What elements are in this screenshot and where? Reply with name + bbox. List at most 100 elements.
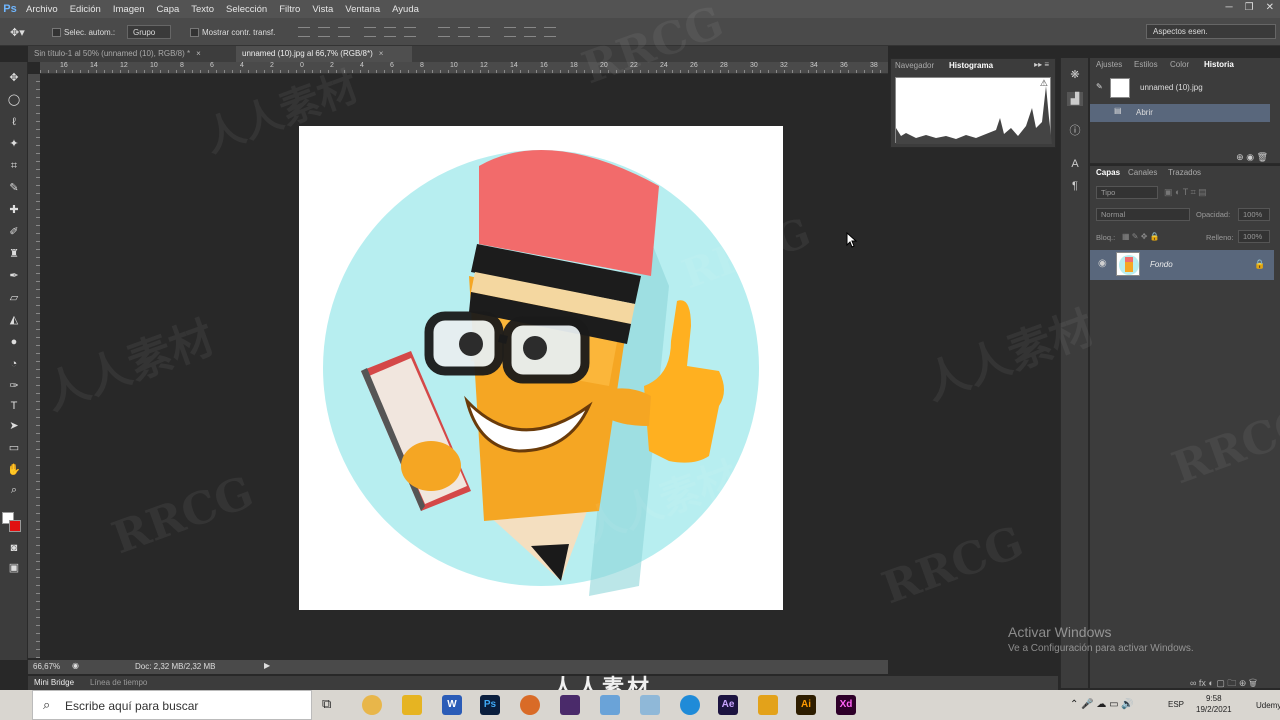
history-step[interactable]: ▤ Abrir — [1090, 104, 1270, 122]
menu-vista[interactable]: Vista — [306, 4, 339, 15]
history-snapshot[interactable]: ✎ unnamed (10).jpg — [1090, 76, 1270, 100]
move-tool-preset-icon[interactable]: ✥▾ — [10, 26, 25, 39]
menu-ventana[interactable]: Ventana — [339, 4, 386, 15]
tab-paths[interactable]: Trazados — [1168, 168, 1201, 177]
zoom-level[interactable]: 66,67% — [33, 662, 60, 671]
tab-history[interactable]: Historia — [1204, 60, 1234, 69]
path-selection-tool-icon[interactable]: ➤ — [4, 418, 24, 434]
magic-wand-tool-icon[interactable]: ✦ — [4, 136, 24, 152]
align-bottom-icon[interactable] — [338, 27, 350, 37]
histogram-panel-icon[interactable]: ▟ — [1067, 92, 1083, 106]
screen-mode-icon[interactable]: ▣ — [4, 560, 24, 576]
info-panel-icon[interactable]: ⓘ — [1067, 122, 1083, 137]
app-icon[interactable] — [600, 695, 620, 715]
chrome-icon[interactable] — [362, 695, 382, 715]
distribute-hcenter-icon[interactable] — [524, 27, 536, 37]
app-icon[interactable] — [640, 695, 660, 715]
restore-icon[interactable]: ❐ — [1245, 2, 1254, 13]
tab-timeline[interactable]: Línea de tiempo — [90, 678, 147, 687]
history-brush-tool-icon[interactable]: ✒ — [4, 268, 24, 284]
menu-capa[interactable]: Capa — [151, 4, 186, 15]
pen-tool-icon[interactable]: ✑ — [4, 378, 24, 394]
auto-select-dropdown[interactable]: Grupo — [127, 25, 171, 39]
quick-mask-icon[interactable]: ◙ — [4, 540, 24, 556]
menu-texto[interactable]: Texto — [185, 4, 220, 15]
menu-seleccion[interactable]: Selección — [220, 4, 273, 15]
close-icon[interactable]: ✕ — [1266, 2, 1274, 13]
paint-bucket-tool-icon[interactable]: ◭ — [4, 312, 24, 328]
type-tool-icon[interactable]: T — [4, 398, 24, 414]
dodge-tool-icon[interactable]: ◔ — [4, 356, 24, 372]
minimize-icon[interactable]: ─ — [1226, 2, 1233, 13]
menu-ayuda[interactable]: Ayuda — [386, 4, 425, 15]
align-left-icon[interactable] — [364, 27, 376, 37]
blur-tool-icon[interactable]: ● — [4, 334, 24, 350]
task-view-icon[interactable]: ⧉ — [322, 696, 331, 712]
lock-icons[interactable]: ▦ ✎ ✥ 🔒 — [1122, 232, 1160, 241]
menu-imagen[interactable]: Imagen — [107, 4, 151, 15]
tab-color[interactable]: Color — [1170, 60, 1189, 69]
visibility-eye-icon[interactable]: ◉ — [1098, 258, 1107, 269]
workspace-dropdown[interactable]: Aspectos esen. — [1146, 24, 1276, 39]
shape-tool-icon[interactable]: ▭ — [4, 440, 24, 456]
fill-input[interactable]: 100% — [1238, 230, 1270, 243]
close-icon[interactable]: × — [379, 49, 384, 58]
character-panel-icon[interactable]: A — [1067, 158, 1083, 172]
align-right-icon[interactable] — [404, 27, 416, 37]
start-button[interactable] — [0, 690, 32, 720]
auto-select-checkbox[interactable] — [52, 28, 61, 37]
clone-stamp-tool-icon[interactable]: ♜ — [4, 246, 24, 262]
menu-edicion[interactable]: Edición — [64, 4, 107, 15]
tab-histogram[interactable]: Histograma — [949, 61, 993, 70]
taskbar-clock[interactable]: 9:58 19/2/2021 — [1196, 693, 1232, 715]
edge-icon[interactable] — [680, 695, 700, 715]
crop-tool-icon[interactable]: ⌗ — [4, 158, 24, 174]
tab-styles[interactable]: Estilos — [1134, 60, 1158, 69]
app-icon[interactable] — [758, 695, 778, 715]
after-effects-icon[interactable]: Ae — [718, 695, 738, 715]
align-hcenter-icon[interactable] — [384, 27, 396, 37]
layer-filter-icons[interactable]: ▣ ◐ T ⌗ ▤ — [1164, 187, 1207, 198]
illustrator-icon[interactable]: Ai — [796, 695, 816, 715]
word-icon[interactable]: W — [442, 695, 462, 715]
menu-filtro[interactable]: Filtro — [273, 4, 306, 15]
language-indicator[interactable]: ESP — [1168, 700, 1184, 709]
system-tray-icons[interactable]: ⌃ 🎤 ☁ ▭ 🔊 — [1070, 699, 1134, 710]
show-transform-checkbox[interactable] — [190, 28, 199, 37]
premiere-icon[interactable] — [560, 695, 580, 715]
eraser-tool-icon[interactable]: ▱ — [4, 290, 24, 306]
hand-tool-icon[interactable]: ✋ — [4, 462, 24, 478]
layer-kind-filter[interactable]: Tipo — [1096, 186, 1158, 199]
tab-layers[interactable]: Capas — [1096, 168, 1120, 177]
tab-document-2[interactable]: unnamed (10).jpg al 66,7% (RGB/8*) × — [236, 46, 412, 62]
eyedropper-tool-icon[interactable]: ✎ — [4, 180, 24, 196]
healing-tool-icon[interactable]: ✚ — [4, 202, 24, 218]
paragraph-panel-icon[interactable]: ¶ — [1067, 180, 1083, 194]
tab-channels[interactable]: Canales — [1128, 168, 1157, 177]
file-explorer-icon[interactable] — [402, 695, 422, 715]
status-menu-arrow-icon[interactable]: ▶ — [264, 661, 270, 670]
warning-icon[interactable]: ⚠ — [1040, 78, 1048, 89]
horizontal-ruler[interactable]: 16 14 12 10 8 6 4 2 0 2 4 6 8 10 12 14 16 18 20 22 24 26 28 30 3… — [40, 62, 888, 74]
distribute-vcenter-icon[interactable] — [458, 27, 470, 37]
distribute-left-icon[interactable] — [504, 27, 516, 37]
xd-icon[interactable]: Xd — [836, 695, 856, 715]
move-tool-icon[interactable]: ✥ — [4, 70, 24, 86]
taskbar-search-input[interactable]: ⌕ Escribe aquí para buscar — [32, 690, 312, 720]
brush-tool-icon[interactable]: ✐ — [4, 224, 24, 240]
marquee-tool-icon[interactable]: ◯ — [4, 92, 24, 108]
background-color-swatch[interactable] — [9, 520, 21, 532]
distribute-top-icon[interactable] — [438, 27, 450, 37]
document-canvas[interactable] — [299, 126, 783, 610]
status-info-icon[interactable]: ◉ — [72, 661, 79, 670]
blend-mode-dropdown[interactable]: Normal — [1096, 208, 1190, 221]
tab-document-1[interactable]: Sin título-1 al 50% (unnamed (10), RGB/8… — [28, 46, 234, 62]
panel-menu-icon[interactable]: ▸▸ ≡ — [1034, 60, 1049, 69]
zoom-tool-icon[interactable]: ⌕ — [4, 482, 24, 498]
layer-row-fondo[interactable]: ◉ Fondo 🔒 — [1090, 250, 1274, 280]
lasso-tool-icon[interactable]: ℓ — [4, 114, 24, 130]
menu-archivo[interactable]: Archivo — [20, 4, 64, 15]
distribute-bottom-icon[interactable] — [478, 27, 490, 37]
history-actions-icons[interactable]: ⊕ ◉ 🗑 — [1236, 152, 1268, 163]
tab-navigator[interactable]: Navegador — [895, 61, 934, 70]
